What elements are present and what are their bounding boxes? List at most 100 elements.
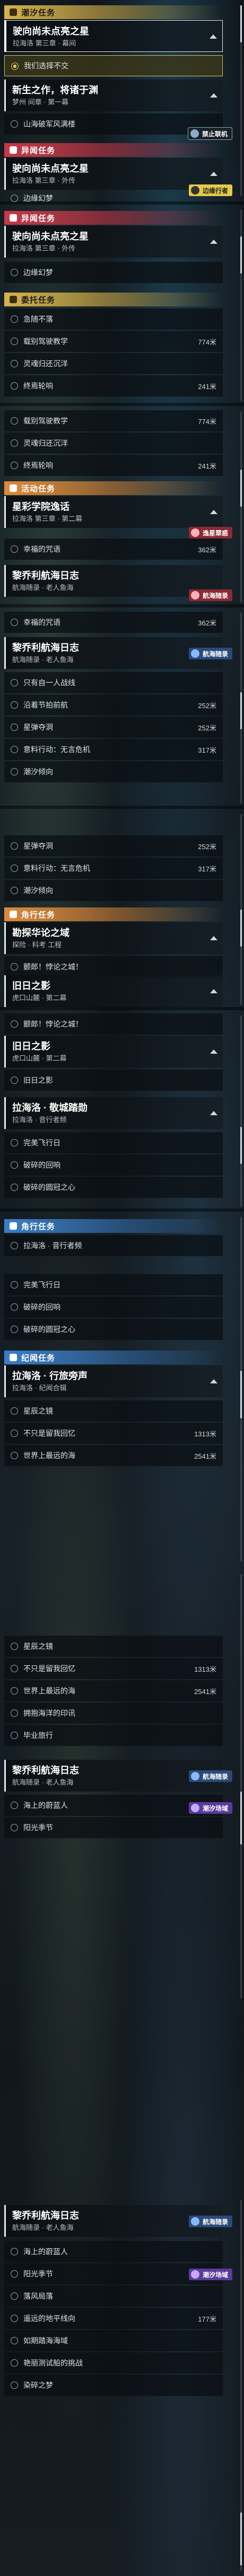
distance: 362米: [198, 545, 216, 554]
chevron-up-icon: [210, 1111, 217, 1115]
objective-row[interactable]: 星辰之镜: [4, 1400, 223, 1422]
objective-row[interactable]: 星辰之镜: [4, 1636, 223, 1657]
objective-text: 终焉轮响: [23, 382, 53, 390]
objective-row[interactable]: 急随不落: [4, 308, 223, 330]
objective-row[interactable]: 星弹夺洞 252米: [4, 835, 223, 857]
objective-text: 沿着节拍前航: [23, 701, 68, 709]
objective-row[interactable]: 如期踏海海域: [4, 2330, 223, 2351]
quest-card[interactable]: 旧日之影 虎口山麓 · 第二幕: [4, 1036, 223, 1068]
category-record-quest[interactable]: 纪闻任务: [4, 1351, 223, 1364]
objective-row[interactable]: 幸福的咒语 362米: [4, 612, 223, 633]
objective-row[interactable]: 意料行动：无言危机 317米: [4, 739, 223, 760]
objective-row[interactable]: 终焉轮响 241米: [4, 375, 223, 396]
quest-card[interactable]: 星彩学院逸话 拉海洛 第三章 · 第二幕: [4, 496, 223, 528]
objective-row[interactable]: 灵魂归还沉洋: [4, 433, 223, 454]
scrollbar-thumb[interactable]: [240, 1371, 242, 1418]
objective-icon: [11, 2381, 18, 2389]
objective-row[interactable]: 载别驾驶教学 774米: [4, 331, 223, 352]
objective-row[interactable]: 星弹夺洞 252米: [4, 717, 223, 738]
objective-text: 山海破军风满楼: [23, 120, 75, 128]
distance: 317米: [198, 746, 216, 754]
quest-panel-2: 异闻任务 驶向尚未点亮之星 拉海洛 第三章 · 外传 边缘幻梦 委托任务 急随不…: [0, 205, 244, 403]
objective-row[interactable]: 潮汐倾向: [4, 880, 223, 901]
forbid-coop-badge: 禁止联机: [187, 127, 232, 140]
objective-icon: [11, 545, 18, 553]
objective-row[interactable]: 意料行动：无言危机 317米: [4, 858, 223, 879]
scrollbar-track[interactable]: [240, 1016, 242, 1206]
objective-row[interactable]: 拥抱海洋的印讯: [4, 1702, 223, 1724]
objective-row[interactable]: 只有自一人战线: [4, 672, 223, 693]
objective-icon: [11, 1452, 18, 1459]
objective-row[interactable]: 载别驾驶教学 774米: [4, 410, 223, 431]
objective-row[interactable]: 幸福的咒语 362米: [4, 539, 223, 560]
objective-row[interactable]: 世界上最远的海 2541米: [4, 1445, 223, 1466]
category-strange-quest[interactable]: 异闻任务: [4, 143, 223, 157]
objective-row[interactable]: 潮汐倾向: [4, 761, 223, 782]
objective-icon: [11, 1732, 18, 1739]
scrollbar-thumb[interactable]: [240, 5, 242, 42]
objective-row[interactable]: 破碎的圆冠之心: [4, 1177, 223, 1198]
objective-row[interactable]: 落风局落: [4, 2286, 223, 2307]
quest-card[interactable]: 拉海洛 · 敬城踏勋 拉海洛 · 音行者频: [4, 1097, 223, 1129]
objective-row[interactable]: 不只是留我回忆 1313米: [4, 1658, 223, 1679]
objective-row[interactable]: 海上的蔚蓝人: [4, 2241, 223, 2262]
objective-text: 颤郎！悖论之城！: [23, 963, 83, 971]
objective-row[interactable]: 破碎的回响: [4, 1296, 223, 1318]
objective-row[interactable]: 旧日之影: [4, 1070, 223, 1091]
objective-text: 毕业旅行: [23, 1731, 53, 1740]
objective-row[interactable]: 终焉轮响 241米: [4, 455, 223, 476]
objective-row[interactable]: 完美飞行日: [4, 1132, 223, 1153]
scrollbar-thumb[interactable]: [240, 1127, 242, 1164]
record-icon: [10, 1354, 17, 1361]
objective-row[interactable]: 破碎的回响: [4, 1154, 223, 1176]
scrollbar-thumb[interactable]: [240, 692, 242, 729]
objective-row[interactable]: 破碎的圆冠之心: [4, 1319, 223, 1340]
scrollbar-track[interactable]: [240, 1574, 242, 1998]
category-role-quest[interactable]: 角行任务: [4, 907, 223, 921]
category-event-quest[interactable]: 活动任务: [4, 481, 223, 495]
category-label: 异闻任务: [21, 146, 56, 155]
objective-row[interactable]: 世界上最远的海 2541米: [4, 1680, 223, 1701]
objective-row[interactable]: 边缘幻梦: [4, 262, 223, 283]
objective-row[interactable]: 我们选择不交: [4, 55, 223, 76]
scrollbar-track[interactable]: [240, 411, 242, 602]
distance: 1313米: [194, 1430, 216, 1438]
objective-row[interactable]: 颤郎！悖论之城！: [4, 956, 223, 977]
quest-card[interactable]: 新生之作，将诸于渊 梦州 间章 · 第一幕: [4, 80, 223, 111]
objective-text: 幸福的咒语: [23, 618, 60, 627]
scrollbar-thumb[interactable]: [240, 910, 242, 947]
quest-card[interactable]: 驶向尚未点亮之星 拉海洛 第三章 · 外传: [4, 226, 223, 258]
quest-title: 拉海洛 · 敬城踏勋: [12, 1102, 88, 1113]
objective-row[interactable]: 阳光季节: [4, 1817, 223, 1838]
category-commission-quest[interactable]: 委托任务: [4, 293, 223, 306]
objective-row[interactable]: 灵魂归还沉洋: [4, 353, 223, 374]
objective-row[interactable]: 不只是留我回忆 1313米: [4, 1423, 223, 1444]
objective-row[interactable]: 完美飞行日: [4, 1274, 223, 1295]
category-role-quest[interactable]: 角行任务: [4, 1219, 223, 1233]
quest-card[interactable]: 旧日之影 虎口山麓 · 第二幕: [4, 975, 223, 1007]
objective-row[interactable]: 染碎之梦: [4, 2375, 223, 2396]
objective-row[interactable]: 艳丽测试船的挑战: [4, 2352, 223, 2374]
track-icon: [11, 63, 19, 70]
objective-icon: [11, 360, 18, 367]
objective-row[interactable]: 毕业旅行: [4, 1725, 223, 1746]
objective-row[interactable]: 沿着节拍前航 252米: [4, 694, 223, 716]
category-tide-quest[interactable]: 潮汐任务: [4, 5, 223, 19]
scrollbar-thumb[interactable]: [240, 2512, 242, 2565]
quest-card[interactable]: 驶向尚未点亮之星 拉海洛 第三章 · 幕间: [4, 20, 223, 52]
quest-panel-8: 星辰之镜 不只是留我回忆 1313米 世界上最远的海 2541米 拥抱海洋的印讯 毕…: [0, 1569, 244, 2004]
objective-text: 潮汐倾向: [23, 767, 53, 776]
category-strange-quest[interactable]: 异闻任务: [4, 211, 223, 225]
scrollbar-thumb[interactable]: [240, 470, 242, 507]
quest-card[interactable]: 拉海洛 · 行旅旁声 拉海洛 · 纪闻合辑: [4, 1365, 223, 1397]
objective-row[interactable]: 拉海洛 · 音行者频: [4, 1235, 223, 1256]
objective-text: 艳丽测试船的挑战: [23, 2359, 83, 2367]
quest-card[interactable]: 勘探华论之域 探险 · 科考 工程: [4, 922, 223, 954]
objective-row[interactable]: 遥远的地平线向 177米: [4, 2308, 223, 2329]
scrollbar-thumb[interactable]: [240, 236, 242, 274]
quest-panel-3: 载别驾驶教学 774米 灵魂归还沉洋 终焉轮响 241米 活动任务 星彩学院逸话 拉…: [0, 406, 244, 604]
scrollbar-thumb[interactable]: [240, 1792, 242, 1845]
tide-icon: [190, 2270, 199, 2279]
objective-row[interactable]: 颤郎！悖论之城！: [4, 1013, 223, 1035]
objective-text: 星辰之镜: [23, 1642, 53, 1651]
